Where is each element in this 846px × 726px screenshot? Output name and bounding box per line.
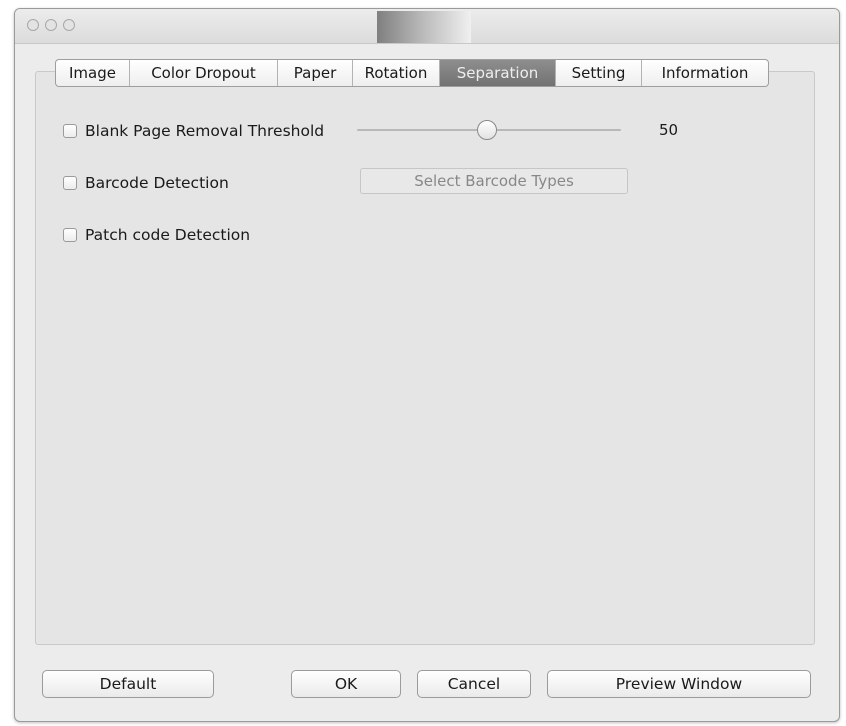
zoom-window-icon[interactable]	[63, 19, 75, 31]
default-button[interactable]: Default	[42, 670, 214, 698]
title-thumbnail	[377, 11, 471, 43]
barcode-detection-label: Barcode Detection	[85, 174, 229, 192]
ok-button[interactable]: OK	[291, 670, 401, 698]
cancel-button[interactable]: Cancel	[417, 670, 531, 698]
tab-separation[interactable]: Separation	[440, 60, 556, 86]
blank-page-removal-label: Blank Page Removal Threshold	[85, 122, 325, 140]
threshold-value: 50	[659, 121, 679, 139]
blank-page-removal-row: Blank Page Removal Threshold	[63, 122, 324, 140]
threshold-slider-knob[interactable]	[477, 120, 497, 140]
tab-bar: Image Color Dropout Paper Rotation Separ…	[55, 59, 769, 87]
tab-rotation[interactable]: Rotation	[353, 60, 440, 86]
preview-window-button[interactable]: Preview Window	[547, 670, 811, 698]
minimize-window-icon[interactable]	[45, 19, 57, 31]
patch-code-detection-label: Patch code Detection	[85, 226, 251, 244]
tab-setting[interactable]: Setting	[556, 60, 642, 86]
patch-code-detection-row: Patch code Detection	[63, 226, 250, 244]
barcode-detection-checkbox[interactable]	[63, 176, 77, 190]
separation-panel	[35, 71, 815, 645]
threshold-slider[interactable]	[357, 120, 621, 140]
tab-color-dropout[interactable]: Color Dropout	[130, 60, 278, 86]
close-window-icon[interactable]	[27, 19, 39, 31]
select-barcode-types-button[interactable]: Select Barcode Types	[360, 168, 628, 194]
patch-code-detection-checkbox[interactable]	[63, 228, 77, 242]
blank-page-removal-checkbox[interactable]	[63, 124, 77, 138]
tab-paper[interactable]: Paper	[278, 60, 353, 86]
tab-image[interactable]: Image	[56, 60, 130, 86]
title-bar	[15, 9, 839, 44]
dialog-window: Image Color Dropout Paper Rotation Separ…	[14, 8, 840, 722]
barcode-detection-row: Barcode Detection	[63, 174, 229, 192]
tab-information[interactable]: Information	[642, 60, 768, 86]
